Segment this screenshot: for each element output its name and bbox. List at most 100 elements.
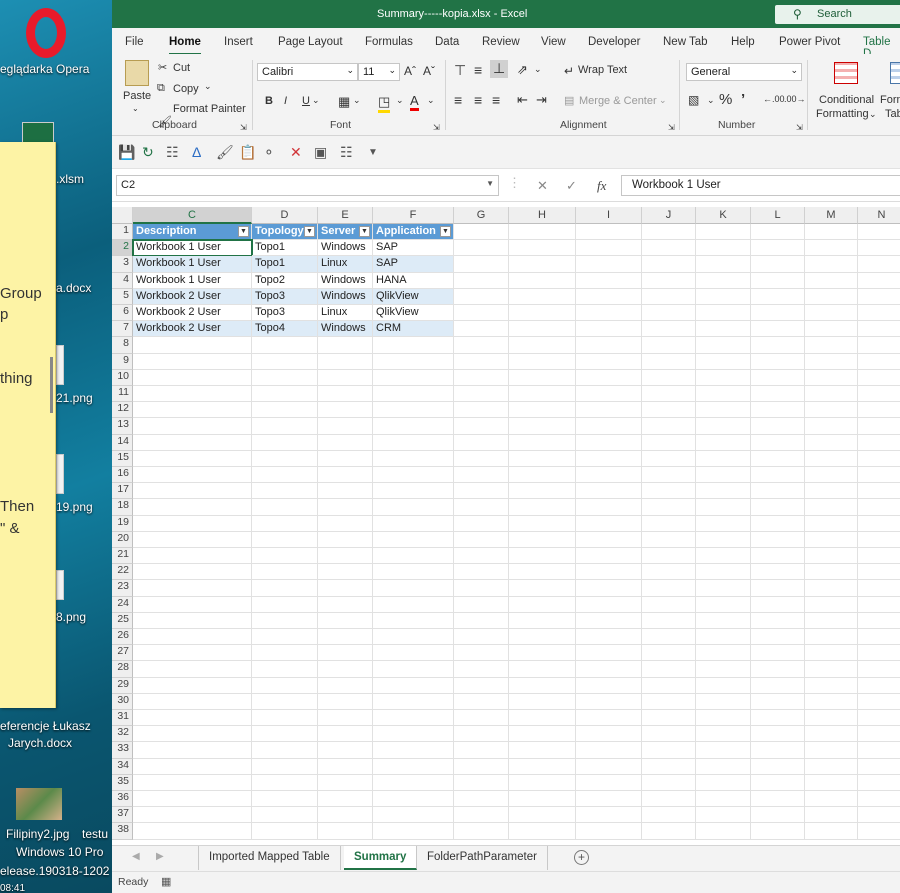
table-cell[interactable] (373, 337, 454, 354)
dialog-launcher-icon[interactable]: ⇲ (240, 123, 247, 132)
table-cell[interactable] (509, 272, 576, 289)
table-cell[interactable] (805, 758, 858, 775)
table-cell[interactable] (373, 450, 454, 467)
table-cell[interactable] (252, 774, 318, 791)
table-cell[interactable] (252, 450, 318, 467)
column-header[interactable]: N (858, 207, 900, 224)
table-cell[interactable] (751, 645, 805, 662)
table-cell[interactable] (642, 467, 696, 484)
table-cell[interactable] (454, 807, 509, 824)
table-cell[interactable] (454, 386, 509, 403)
row-header[interactable]: 12 (112, 402, 133, 419)
table-cell[interactable] (805, 823, 858, 840)
table-cell[interactable] (454, 580, 509, 597)
sticky-note[interactable]: Group p thing Then " & (0, 142, 56, 708)
table-cell[interactable] (373, 596, 454, 613)
table-cell[interactable] (509, 418, 576, 435)
table-cell[interactable] (805, 580, 858, 597)
table-cell[interactable] (133, 499, 252, 516)
table-cell[interactable] (509, 483, 576, 500)
orientation-icon[interactable]: ⇗ (517, 62, 528, 78)
table-cell[interactable] (318, 483, 373, 500)
table-cell[interactable] (252, 807, 318, 824)
dialog-launcher-icon[interactable]: ⇲ (796, 123, 803, 132)
tab-power-pivot[interactable]: Power Pivot (779, 36, 840, 48)
desktop-icon-jpg-label[interactable]: Filipiny2.jpg (6, 827, 69, 841)
table-cell[interactable] (576, 726, 642, 743)
table-cell[interactable]: Topo3 (252, 305, 318, 322)
table-cell[interactable] (751, 726, 805, 743)
table-cell[interactable] (576, 288, 642, 305)
scroll-right-icon[interactable]: ▶ (156, 851, 164, 862)
table-cell[interactable] (454, 369, 509, 386)
table-cell[interactable] (576, 823, 642, 840)
table-cell[interactable] (805, 612, 858, 629)
table-cell[interactable] (318, 386, 373, 403)
table-cell[interactable] (642, 710, 696, 727)
table-cell[interactable] (454, 564, 509, 581)
sheet-tab-imported-mapped-table[interactable]: Imported Mapped Table (198, 846, 341, 870)
table-cell[interactable] (318, 742, 373, 759)
table-cell[interactable] (751, 693, 805, 710)
table-cell[interactable] (805, 661, 858, 678)
table-cell[interactable] (252, 337, 318, 354)
row-header[interactable]: 19 (112, 515, 133, 532)
table-cell[interactable] (805, 353, 858, 370)
table-cell[interactable] (509, 823, 576, 840)
taskbar-clock[interactable]: 08:41 (0, 883, 25, 893)
table-cell[interactable] (858, 337, 900, 354)
table-cell[interactable] (858, 613, 900, 629)
table-cell[interactable] (696, 369, 751, 386)
table-cell[interactable] (751, 758, 805, 775)
font-color-icon[interactable]: A (410, 93, 419, 111)
table-cell[interactable] (858, 467, 900, 484)
table-cell[interactable] (858, 289, 900, 305)
table-cell[interactable] (751, 321, 805, 338)
increase-decimal-icon[interactable]: ←.00 (763, 94, 785, 104)
row-header[interactable]: 2 (112, 240, 133, 257)
table-cell[interactable] (642, 337, 696, 354)
tab-review[interactable]: Review (482, 36, 520, 48)
table-cell[interactable] (858, 823, 900, 840)
italic-button[interactable]: I (284, 95, 287, 107)
table-cell[interactable] (133, 823, 252, 840)
wrap-text-button[interactable]: Wrap Text (578, 64, 627, 76)
brush-icon[interactable]: 🖌 (216, 144, 234, 161)
filter-dropdown-icon[interactable]: ▼ (238, 226, 249, 237)
table-cell[interactable] (318, 677, 373, 694)
table-cell[interactable] (133, 807, 252, 824)
conditional-formatting-label-1[interactable]: Conditional (819, 94, 874, 106)
sticky-scrollbar[interactable] (50, 357, 53, 413)
table-cell[interactable] (576, 758, 642, 775)
column-header[interactable]: C (133, 207, 252, 224)
table-cell[interactable] (576, 450, 642, 467)
table-cell[interactable] (751, 305, 805, 322)
middle-align-icon[interactable]: ≡ (474, 62, 482, 78)
table-cell[interactable] (751, 710, 805, 727)
table-cell[interactable] (133, 515, 252, 532)
table-cell[interactable] (805, 450, 858, 467)
table-cell[interactable] (318, 548, 373, 565)
table-cell[interactable] (576, 434, 642, 451)
table-cell[interactable] (318, 580, 373, 597)
table-cell[interactable]: Workbook 2 User (133, 321, 252, 338)
table-cell[interactable] (576, 305, 642, 322)
table-cell[interactable] (696, 645, 751, 662)
table-cell[interactable] (454, 418, 509, 435)
table-cell[interactable] (576, 548, 642, 565)
row-header[interactable]: 3 (112, 256, 133, 273)
form-icon[interactable]: ▣ (314, 144, 327, 161)
row-header[interactable]: 22 (112, 564, 133, 581)
chevron-down-icon[interactable]: ⌄ (353, 95, 361, 106)
table-cell[interactable] (805, 531, 858, 548)
dialog-launcher-icon[interactable]: ⇲ (668, 123, 675, 132)
table-cell[interactable]: Description ▼ (133, 224, 252, 241)
table-cell[interactable] (805, 774, 858, 791)
column-header[interactable]: I (576, 207, 642, 224)
table-cell[interactable] (805, 791, 858, 808)
table-cell[interactable] (696, 726, 751, 743)
table-cell[interactable]: Windows (318, 288, 373, 305)
table-cell[interactable] (509, 240, 576, 257)
chevron-down-icon[interactable]: ⌄ (396, 95, 404, 106)
table-cell[interactable] (858, 694, 900, 710)
